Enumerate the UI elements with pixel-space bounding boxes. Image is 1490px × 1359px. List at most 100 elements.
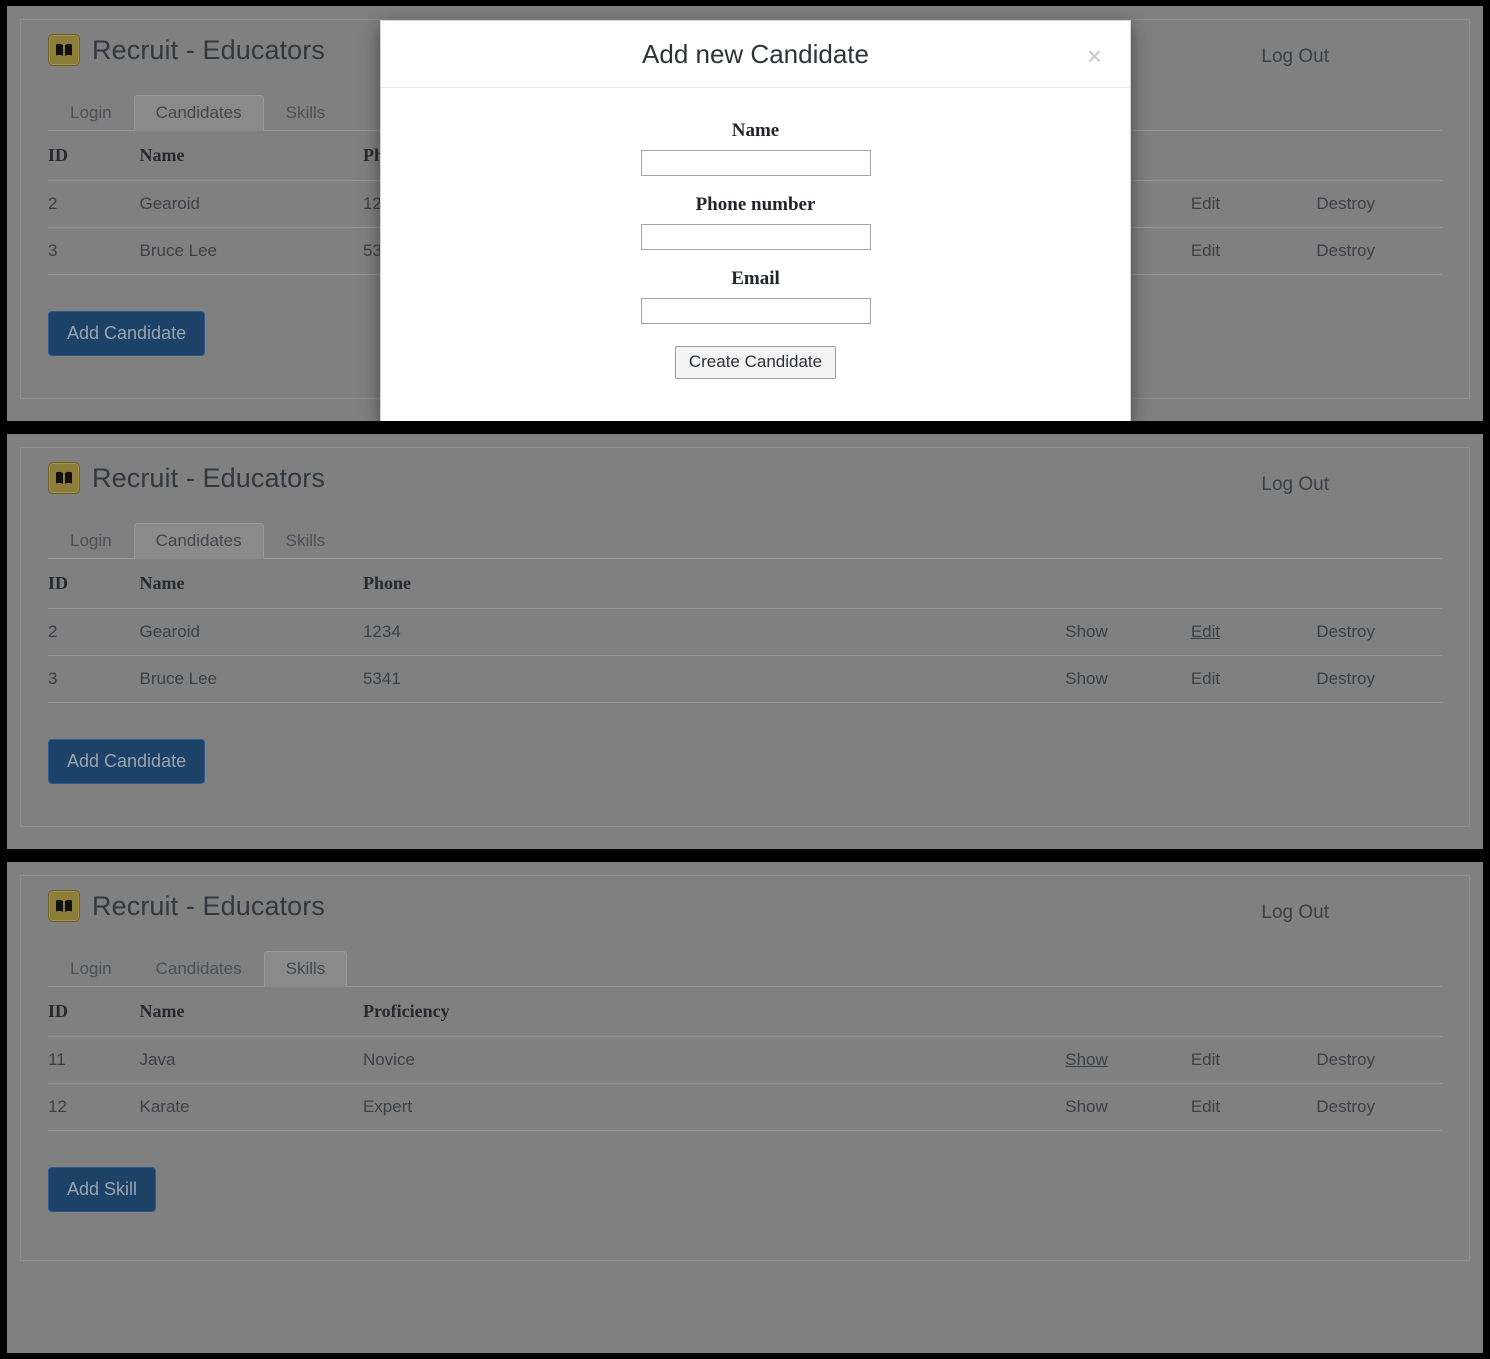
brand[interactable]: Recruit - Educators bbox=[48, 890, 325, 922]
tab-login[interactable]: Login bbox=[48, 95, 134, 131]
cell-edit: Edit bbox=[1190, 180, 1317, 228]
th-show bbox=[1065, 559, 1191, 609]
phone-field[interactable] bbox=[640, 224, 871, 250]
th-edit bbox=[1190, 131, 1317, 181]
edit-link[interactable]: Edit bbox=[1191, 1097, 1220, 1116]
cell-blank bbox=[746, 608, 1066, 656]
name-label: Name bbox=[731, 120, 780, 141]
tab-candidates[interactable]: Candidates bbox=[133, 523, 264, 559]
logout-link[interactable]: Log Out bbox=[1261, 902, 1329, 924]
cell-id: 3 bbox=[48, 227, 140, 275]
edit-link[interactable]: Edit bbox=[1191, 669, 1220, 688]
cell-id: 2 bbox=[48, 608, 140, 656]
edit-link[interactable]: Edit bbox=[1191, 241, 1220, 260]
brand-title: Recruit - Educators bbox=[92, 890, 325, 921]
phone-label: Phone number bbox=[695, 194, 816, 215]
cell-id: 2 bbox=[48, 180, 140, 228]
cell-name: Java bbox=[139, 1036, 363, 1084]
cell-show: Show bbox=[1065, 1083, 1191, 1131]
tab-bar: Login Candidates Skills bbox=[48, 948, 1442, 987]
destroy-link[interactable]: Destroy bbox=[1316, 1050, 1375, 1069]
modal-title: Add new Candidate bbox=[642, 39, 869, 69]
th-name: Name bbox=[139, 131, 363, 181]
cell-name: Bruce Lee bbox=[139, 655, 363, 703]
cell-name: Karate bbox=[139, 1083, 363, 1131]
th-show bbox=[1065, 987, 1191, 1037]
th-blank bbox=[746, 987, 1066, 1037]
destroy-link[interactable]: Destroy bbox=[1316, 669, 1375, 688]
brand[interactable]: Recruit - Educators bbox=[48, 462, 325, 494]
cell-name: Bruce Lee bbox=[139, 227, 363, 275]
destroy-link[interactable]: Destroy bbox=[1316, 622, 1375, 641]
th-blank bbox=[746, 559, 1066, 609]
cell-show: Show bbox=[1065, 655, 1191, 703]
cell-destroy: Destroy bbox=[1316, 655, 1442, 703]
name-field[interactable] bbox=[640, 150, 871, 176]
table-header-row: ID Name Proficiency bbox=[48, 987, 1442, 1037]
cell-proficiency: Novice bbox=[362, 1036, 747, 1084]
candidates-table: ID Name Phone 2 Gearoid 1234 bbox=[48, 559, 1442, 703]
th-name: Name bbox=[139, 559, 363, 609]
destroy-link[interactable]: Destroy bbox=[1316, 241, 1375, 260]
email-field[interactable] bbox=[640, 298, 871, 324]
cell-blank bbox=[746, 655, 1066, 703]
cell-edit: Edit bbox=[1190, 1036, 1317, 1084]
panel-edit-candidate: Recruit - Educators Log Out Login Candid… bbox=[7, 434, 1483, 849]
tab-login[interactable]: Login bbox=[48, 951, 134, 987]
cell-destroy: Destroy bbox=[1316, 1083, 1442, 1131]
add-skill-button[interactable]: Add Skill bbox=[48, 1167, 157, 1212]
th-proficiency: Proficiency bbox=[362, 987, 747, 1037]
th-phone: Phone bbox=[362, 559, 747, 609]
table-row: 12 Karate Expert Show Edit Destroy bbox=[48, 1083, 1442, 1131]
th-id: ID bbox=[48, 987, 140, 1037]
modal-body: Name Phone number Email Create Candidate bbox=[381, 88, 1130, 379]
destroy-link[interactable]: Destroy bbox=[1316, 194, 1375, 213]
add-candidate-button[interactable]: Add Candidate bbox=[48, 739, 206, 784]
add-candidate-button[interactable]: Add Candidate bbox=[48, 311, 206, 356]
th-name: Name bbox=[139, 987, 363, 1037]
show-link[interactable]: Show bbox=[1065, 1050, 1108, 1069]
cell-destroy: Destroy bbox=[1316, 227, 1442, 275]
cell-proficiency: Expert bbox=[362, 1083, 747, 1131]
panel-add-candidate: Recruit - Educators Log Out Login Candid… bbox=[7, 6, 1483, 421]
app-container: Recruit - Educators Log Out Login Candid… bbox=[20, 875, 1470, 1261]
edit-link[interactable]: Edit bbox=[1191, 194, 1220, 213]
cell-blank bbox=[746, 1036, 1066, 1084]
cell-blank bbox=[746, 1083, 1066, 1131]
show-link[interactable]: Show bbox=[1065, 669, 1108, 688]
close-icon[interactable]: × bbox=[1081, 39, 1108, 73]
cell-destroy: Destroy bbox=[1316, 180, 1442, 228]
skills-table: ID Name Proficiency 11 Java Novice Show … bbox=[48, 987, 1442, 1131]
create-candidate-button[interactable]: Create Candidate bbox=[674, 346, 837, 379]
open-book-icon bbox=[48, 890, 80, 922]
tab-skills[interactable]: Skills bbox=[263, 951, 348, 987]
cell-name: Gearoid bbox=[139, 180, 363, 228]
tab-login[interactable]: Login bbox=[48, 523, 134, 559]
edit-link[interactable]: Edit bbox=[1191, 1050, 1220, 1069]
cell-edit: Edit bbox=[1190, 227, 1317, 275]
cell-id: 12 bbox=[48, 1083, 140, 1131]
open-book-icon bbox=[48, 34, 80, 66]
table-row: 11 Java Novice Show Edit Destroy bbox=[48, 1036, 1442, 1084]
cell-phone: 5341 bbox=[362, 655, 747, 703]
cell-edit: Edit bbox=[1190, 608, 1317, 656]
add-candidate-modal: Add new Candidate × Name Phone number Em… bbox=[380, 20, 1131, 421]
show-link[interactable]: Show bbox=[1065, 622, 1108, 641]
cell-destroy: Destroy bbox=[1316, 608, 1442, 656]
cell-destroy: Destroy bbox=[1316, 1036, 1442, 1084]
th-destroy bbox=[1316, 987, 1442, 1037]
edit-link[interactable]: Edit bbox=[1191, 622, 1220, 641]
table-row: 3 Bruce Lee 5341 Show Edit Destroy bbox=[48, 655, 1442, 703]
logout-link[interactable]: Log Out bbox=[1261, 474, 1329, 496]
cell-phone: 1234 bbox=[362, 608, 747, 656]
th-id: ID bbox=[48, 131, 140, 181]
tab-skills[interactable]: Skills bbox=[264, 95, 348, 131]
tab-skills[interactable]: Skills bbox=[264, 523, 348, 559]
brand[interactable]: Recruit - Educators bbox=[48, 34, 325, 66]
destroy-link[interactable]: Destroy bbox=[1316, 1097, 1375, 1116]
tab-candidates[interactable]: Candidates bbox=[133, 95, 264, 131]
table-header-row: ID Name Phone bbox=[48, 559, 1442, 609]
logout-link[interactable]: Log Out bbox=[1261, 46, 1329, 68]
show-link[interactable]: Show bbox=[1065, 1097, 1108, 1116]
tab-candidates[interactable]: Candidates bbox=[134, 951, 264, 987]
